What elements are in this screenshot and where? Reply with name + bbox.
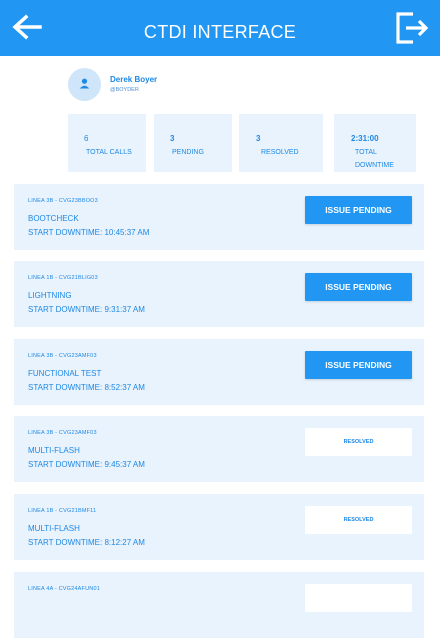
line-id: LINEA 1B - CVG21BMF11 [28,508,97,514]
test-name: BOOTCHECK [28,214,79,223]
page-title: CTDI INTERFACE [143,22,297,42]
test-name: MULTI-FLASH [28,446,80,455]
user-icon [79,78,90,89]
user-handle: @BOYDER [110,87,139,93]
line-id: LINEA 1B - CVG21BLIG03 [28,275,98,281]
stat-total-downtime: 2:31:00 TOTAL DOWNTIME [334,114,416,172]
stat-value: 3 [256,134,261,143]
start-downtime: START DOWNTIME: 8:52:37 AM [28,383,145,392]
test-name: MULTI-FLASH [28,524,80,533]
test-name: LIGHTNING [28,291,72,300]
stat-value: 6 [84,134,89,143]
stat-label: RESOLVED [261,149,299,156]
line-id: LINEA 3B - CVG23AMF03 [28,353,97,359]
resolved-button[interactable]: RESOLVED [305,506,412,534]
stat-value: 2:31:00 [351,134,379,143]
stat-resolved: 3 RESOLVED [239,114,323,172]
user-name: Derek Boyer [110,75,158,84]
stat-pending: 3 PENDING [154,114,232,172]
test-name: FUNCTIONAL TEST [28,369,102,378]
user-profile: Derek Boyer @BOYDER [68,68,368,104]
stat-label: PENDING [172,149,204,156]
call-card: LINEA 3B - CVG23AMF03 FUNCTIONAL TEST ST… [14,339,424,405]
stat-total-calls: 6 TOTAL CALLS [68,114,146,172]
stat-label: TOTAL DOWNTIME [355,149,394,169]
line-id: LINEA 3B - CVG23BBOO3 [28,198,98,204]
issue-pending-button[interactable]: ISSUE PENDING [305,196,412,224]
stat-value: 3 [170,134,175,143]
line-id: LINEA 3B - CVG23AMF03 [28,430,97,436]
avatar[interactable] [68,68,101,101]
logout-button[interactable] [394,10,430,46]
start-downtime: START DOWNTIME: 9:31:37 AM [28,305,145,314]
start-downtime: START DOWNTIME: 10:45:37 AM [28,228,150,237]
start-downtime: START DOWNTIME: 8:12:27 AM [28,538,145,547]
resolved-button[interactable]: RESOLVED [305,428,412,456]
logout-icon [396,12,429,44]
call-card: LINEA 1B - CVG21BMF11 MULTI-FLASH START … [14,494,424,560]
resolved-button[interactable] [305,584,412,612]
call-card: LINEA 3B - CVG23BBOO3 BOOTCHECK START DO… [14,184,424,250]
issue-pending-button[interactable]: ISSUE PENDING [305,273,412,301]
stat-label: TOTAL CALLS [86,149,132,156]
call-card: LINEA 1B - CVG21BLIG03 LIGHTNING START D… [14,261,424,327]
call-card: LINEA 3B - CVG23AMF03 MULTI-FLASH START … [14,416,424,482]
app-header: CTDI INTERFACE [0,0,440,56]
call-card: LINEA 4A - CVG24AFUN01 [14,572,424,638]
issue-pending-button[interactable]: ISSUE PENDING [305,351,412,379]
line-id: LINEA 4A - CVG24AFUN01 [28,586,100,592]
start-downtime: START DOWNTIME: 9:45:37 AM [28,460,145,469]
